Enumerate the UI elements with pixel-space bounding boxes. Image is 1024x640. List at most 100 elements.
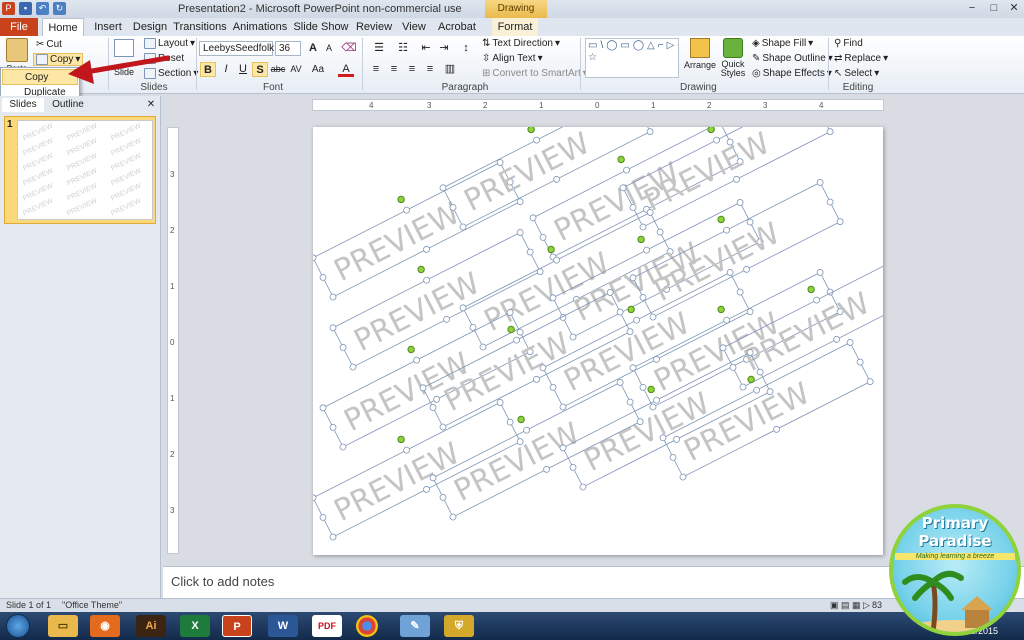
align-text-button[interactable]: ⇳ Align Text ▾ <box>482 53 543 64</box>
select-label: Select <box>844 68 873 79</box>
convert-smartart-button[interactable]: ⊞ Convert to SmartArt▾ <box>482 68 588 79</box>
tab-transitions[interactable]: Transitions <box>172 18 228 36</box>
underline-button[interactable]: U <box>235 62 251 77</box>
slide-thumbnail-selected[interactable]: 1 PREVIEW PREVIEW PREVIEW PREVIEW PREVIEW PRE… <box>4 116 156 224</box>
strikethrough-button[interactable]: abc <box>269 62 287 77</box>
taskbar-powerpoint-icon[interactable]: P <box>222 615 252 637</box>
taskbar-chrome-icon[interactable] <box>356 615 378 637</box>
replace-button[interactable]: ⇄ Replace ▾ <box>834 53 888 64</box>
character-spacing-button[interactable]: AV <box>287 62 305 77</box>
increase-indent-icon[interactable]: ⇥ <box>436 41 452 56</box>
taskbar-explorer-icon[interactable]: ▭ <box>48 615 78 637</box>
tab-outline[interactable]: Outline <box>46 98 90 112</box>
rotation-handle <box>407 345 415 354</box>
taskbar-word-icon[interactable]: W <box>268 615 298 637</box>
slide-canvas[interactable]: PREVIEW PREVIEW PREVIEW PREVIEW PREVIEW PREVI… <box>313 127 883 555</box>
shrink-font-button[interactable]: A <box>321 41 337 56</box>
resize-handle <box>329 324 337 332</box>
tab-insert[interactable]: Insert <box>88 18 128 36</box>
font-color-button[interactable]: A <box>338 62 354 77</box>
tab-slide-show[interactable]: Slide Show <box>292 18 350 36</box>
font-name-field[interactable]: LeebysSeedfolk <box>199 41 274 56</box>
undo-icon[interactable]: ↶ <box>36 2 49 15</box>
view-buttons-icon[interactable]: ▣ ▤ ▦ ▷ <box>830 600 870 611</box>
powerpoint-app-icon[interactable]: P <box>2 2 15 15</box>
title-bar: P ▪ ↶ ↻ Presentation2 - Microsoft PowerP… <box>0 0 1024 32</box>
grow-font-button[interactable]: A <box>305 41 321 56</box>
align-left-icon[interactable]: ≡ <box>368 62 384 77</box>
tab-design[interactable]: Design <box>130 18 170 36</box>
numbering-icon[interactable]: ☷ <box>392 41 414 56</box>
text-direction-button[interactable]: ⇅ Text Direction ▾ <box>482 38 560 49</box>
columns-icon[interactable]: ▥ <box>442 62 458 77</box>
resize-handle <box>413 356 420 364</box>
text-direction-icon: ⇅ <box>482 38 491 49</box>
resize-handle <box>339 443 347 451</box>
slide-shapes[interactable]: PREVIEWPREVIEWPREVIEWPREVIEWPREVIEWPREVI… <box>313 127 883 555</box>
align-right-icon[interactable]: ≡ <box>404 62 420 77</box>
tab-animations[interactable]: Animations <box>232 18 288 36</box>
zoom-level[interactable]: 83 <box>872 600 882 610</box>
tab-slides[interactable]: Slides <box>2 98 44 112</box>
minimize-button[interactable]: − <box>962 0 982 16</box>
maximize-button[interactable]: □ <box>984 0 1004 16</box>
scissors-icon: ✂ <box>36 39 45 50</box>
save-icon[interactable]: ▪ <box>19 2 32 15</box>
shape-fill-button[interactable]: ◈ Shape Fill ▾ <box>752 38 813 49</box>
cut-button[interactable]: ✂ Cut <box>36 39 62 50</box>
resize-handle <box>753 386 760 394</box>
align-text-icon: ⇳ <box>482 53 491 64</box>
layout-button[interactable]: Layout ▾ <box>144 38 195 49</box>
close-pane-button[interactable]: ✕ <box>144 98 158 112</box>
quick-styles-button[interactable]: Quick Styles <box>716 38 750 78</box>
align-center-icon[interactable]: ≡ <box>386 62 402 77</box>
preview-watermark-text: PREVIEW <box>329 196 466 289</box>
bullets-icon[interactable]: ☰ <box>368 41 390 56</box>
font-size-field[interactable]: 36 <box>275 41 301 56</box>
redo-icon[interactable]: ↻ <box>53 2 66 15</box>
horizontal-ruler: 4 3 2 1 0 1 2 3 4 <box>312 99 884 111</box>
change-case-button[interactable]: Aa <box>309 62 327 77</box>
vertical-ruler: 3 2 1 0 1 2 3 <box>167 127 179 554</box>
select-button[interactable]: ↖ Select ▾ <box>834 68 879 79</box>
tab-review[interactable]: Review <box>354 18 394 36</box>
justify-icon[interactable]: ≡ <box>422 62 438 77</box>
arrange-button[interactable]: Arrange <box>684 38 716 70</box>
taskbar-illustrator-icon[interactable]: Ai <box>136 615 166 637</box>
shadow-button[interactable]: S <box>252 62 268 77</box>
resize-handle <box>816 179 824 186</box>
tab-home[interactable]: Home <box>42 18 84 36</box>
shape-outline-button[interactable]: ✎ Shape Outline ▾ <box>752 53 833 64</box>
tab-file[interactable]: File <box>0 18 38 36</box>
start-button[interactable] <box>6 614 30 638</box>
line-spacing-icon[interactable]: ↕ <box>458 41 474 56</box>
taskbar-paint-icon[interactable]: ✎ <box>400 615 430 637</box>
tab-acrobat[interactable]: Acrobat <box>434 18 480 36</box>
resize-handle <box>623 166 630 174</box>
italic-button[interactable]: I <box>218 62 234 77</box>
clear-formatting-icon[interactable]: ⌫ <box>341 41 357 56</box>
shapes-gallery[interactable]: ▭\◯▭◯△⌐▷↵⇨↳↺{}☆ <box>585 38 679 78</box>
bold-button[interactable]: B <box>200 62 216 77</box>
taskbar-firefox-icon[interactable]: ◉ <box>90 615 120 637</box>
resize-handle <box>579 483 587 491</box>
find-button[interactable]: ⚲ Find <box>834 38 863 49</box>
rotation-handle <box>397 435 405 444</box>
text-direction-label: Text Direction <box>492 38 553 49</box>
shape-effects-button[interactable]: ◎ Shape Effects ▾ <box>752 68 832 79</box>
preview-watermark-text: PREVIEW <box>449 416 586 509</box>
tab-view[interactable]: View <box>398 18 430 36</box>
shape-fill-label: Shape Fill <box>761 38 807 49</box>
taskbar-excel-icon[interactable]: X <box>180 615 210 637</box>
resize-handle <box>669 453 677 461</box>
resize-handle <box>559 313 567 321</box>
resize-handle <box>856 358 864 366</box>
taskbar-acrobat-icon[interactable]: PDF <box>312 615 342 637</box>
decrease-indent-icon[interactable]: ⇤ <box>418 41 434 56</box>
slide-thumbnail[interactable]: PREVIEW PREVIEW PREVIEW PREVIEW PREVIEW PREVI… <box>17 120 153 220</box>
align-text-label: Align Text <box>492 53 536 64</box>
close-button[interactable]: ✕ <box>1004 0 1024 16</box>
tab-format[interactable]: Format <box>492 18 538 36</box>
taskbar-security-shield-icon[interactable]: ⛨ <box>444 615 474 637</box>
resize-handle <box>836 218 844 226</box>
